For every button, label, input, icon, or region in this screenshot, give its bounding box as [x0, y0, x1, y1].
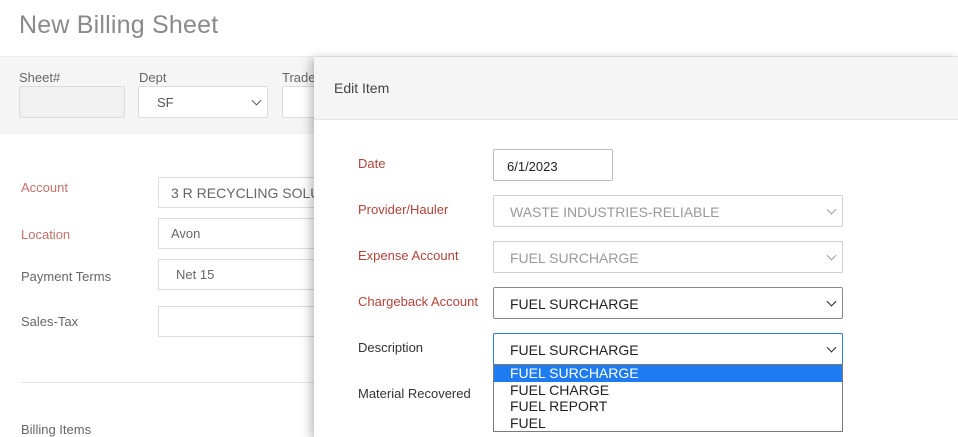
- sales-tax-label: Sales-Tax: [21, 314, 79, 329]
- payment-terms-select[interactable]: Net 15: [158, 259, 338, 290]
- chargeback-account-select[interactable]: FUEL SURCHARGE: [493, 287, 843, 319]
- description-select-value: FUEL SURCHARGE: [510, 342, 639, 358]
- description-select[interactable]: FUEL SURCHARGE: [493, 333, 843, 365]
- page-title: New Billing Sheet: [19, 11, 219, 39]
- dropdown-option[interactable]: FUEL REPORT: [494, 398, 842, 415]
- dept-label: Dept: [139, 70, 167, 85]
- section-divider: [21, 382, 321, 383]
- date-label: Date: [358, 156, 386, 171]
- edit-item-modal: Edit Item Date 6/1/2023 Provider/Hauler …: [314, 57, 958, 437]
- account-label: Account: [21, 180, 68, 195]
- modal-header: Edit Item: [314, 57, 958, 120]
- expense-account-select[interactable]: FUEL SURCHARGE: [493, 241, 843, 273]
- chevron-down-icon: [251, 95, 262, 106]
- sales-tax-input[interactable]: [158, 306, 338, 337]
- expense-account-value: FUEL SURCHARGE: [510, 250, 639, 266]
- chevron-down-icon: [826, 342, 837, 353]
- description-label: Description: [358, 340, 424, 355]
- chargeback-account-label: Chargeback Account: [358, 294, 478, 309]
- modal-title: Edit Item: [334, 80, 390, 96]
- chevron-down-icon: [826, 204, 837, 215]
- dropdown-option[interactable]: FUEL CHARGE: [494, 382, 842, 399]
- chevron-down-icon: [826, 296, 837, 307]
- description-dropdown-list: FUEL SURCHARGE FUEL CHARGE FUEL REPORT F…: [493, 364, 843, 432]
- dept-select[interactable]: SF: [138, 86, 268, 118]
- payment-terms-label: Payment Terms: [21, 269, 112, 284]
- sheet-number-input[interactable]: [19, 86, 125, 118]
- dept-select-value: SF: [157, 95, 174, 110]
- dropdown-option[interactable]: FUEL: [494, 415, 842, 432]
- provider-label: Provider/Hauler: [358, 202, 449, 217]
- location-input[interactable]: Avon: [158, 218, 338, 249]
- dropdown-option[interactable]: FUEL SURCHARGE: [494, 365, 842, 382]
- provider-select[interactable]: WASTE INDUSTRIES-RELIABLE: [493, 195, 843, 227]
- chevron-down-icon: [826, 250, 837, 261]
- location-label: Location: [21, 227, 71, 242]
- material-recovered-label: Material Recovered: [358, 386, 471, 401]
- sheet-number-label: Sheet#: [19, 70, 61, 85]
- expense-account-label: Expense Account: [358, 248, 459, 263]
- provider-select-value: WASTE INDUSTRIES-RELIABLE: [510, 204, 720, 220]
- account-input[interactable]: 3 R RECYCLING SOLU: [158, 177, 338, 208]
- chargeback-account-value: FUEL SURCHARGE: [510, 296, 639, 312]
- trade-label: Trade: [282, 70, 316, 85]
- date-input[interactable]: 6/1/2023: [493, 149, 613, 181]
- billing-items-label: Billing Items: [21, 422, 92, 437]
